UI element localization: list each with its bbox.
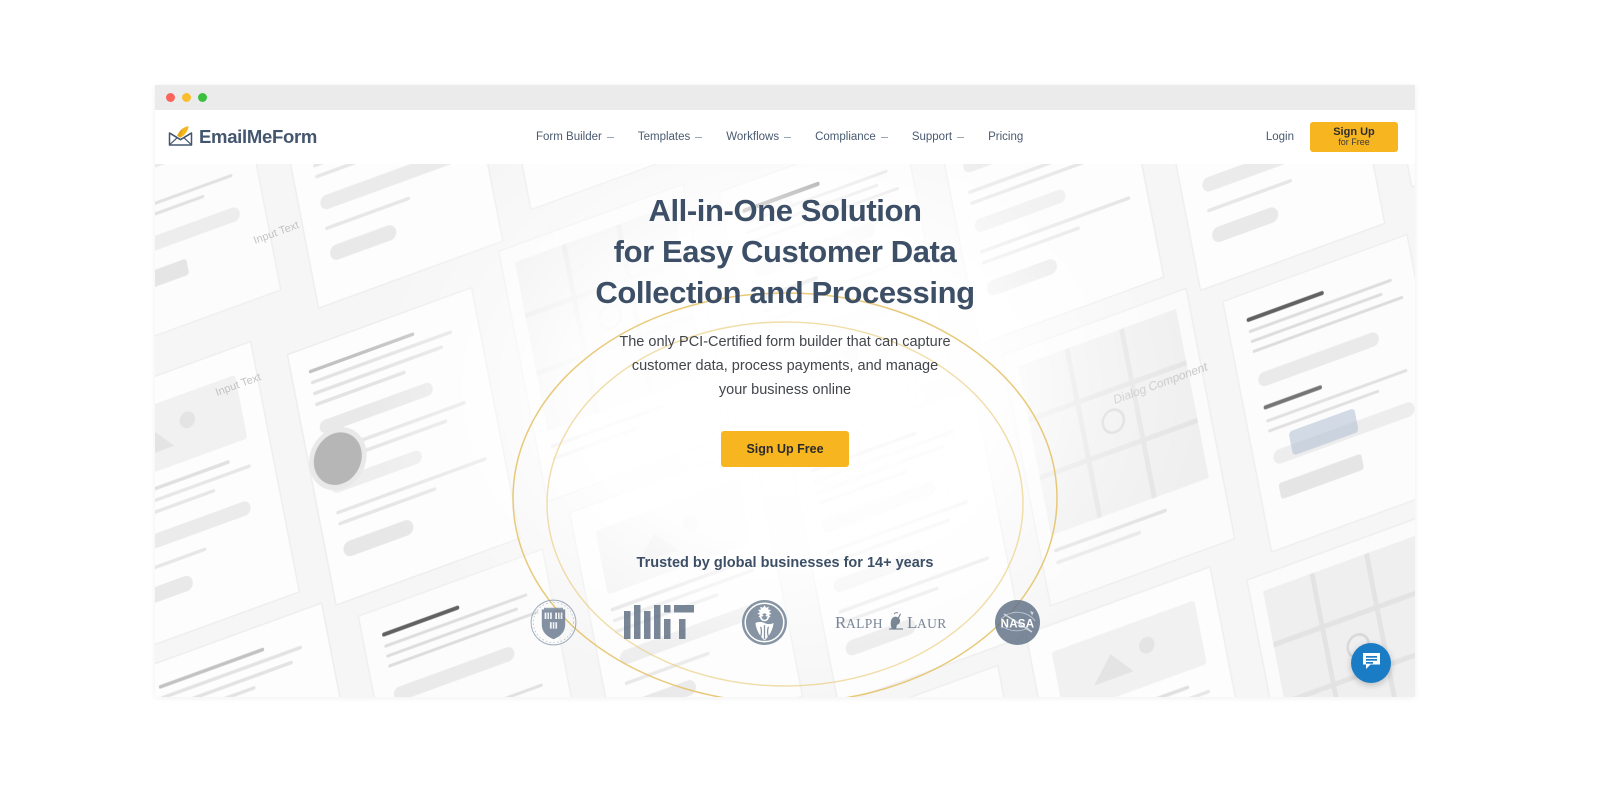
nav-item-templates[interactable]: Templates: [637, 131, 703, 143]
chevron-down-icon: [606, 136, 614, 138]
nasa-logo: NASA: [994, 599, 1041, 646]
chevron-down-icon: [695, 136, 703, 138]
envelope-rocket-icon: [168, 126, 194, 148]
nav-item-label: Templates: [637, 131, 691, 143]
chat-widget-button[interactable]: [1351, 643, 1391, 683]
hero-subtitle-line-3: your business online: [718, 382, 852, 399]
page-title: All-in-One Solution for Easy Customer Da…: [155, 191, 1415, 314]
mit-logo: [623, 605, 694, 640]
site-logo[interactable]: EmailMeForm: [168, 126, 317, 148]
hero-title-line-2: for Easy Customer Data: [613, 233, 957, 269]
brand-logo-strip: R ALPH L AUREN: [155, 599, 1415, 646]
ralph-lauren-logo: R ALPH L AUREN: [835, 607, 947, 637]
svg-text:NASA: NASA: [1000, 618, 1034, 630]
browser-titlebar: [155, 85, 1415, 110]
hero-subtitle-line-2: customer data, process payments, and man…: [631, 358, 939, 375]
chevron-down-icon: [784, 136, 792, 138]
hero-section: Input Text Input Text Payment Form Dialo…: [155, 164, 1415, 697]
trusted-by-heading: Trusted by global businesses for 14+ yea…: [636, 554, 934, 571]
harvard-logo: [530, 599, 577, 646]
hero-signup-free-button[interactable]: Sign Up Free: [721, 430, 849, 467]
window-close-button[interactable]: [166, 93, 175, 102]
site-logo-text: EmailMeForm: [199, 126, 318, 147]
signup-button-line2: for Free: [1338, 137, 1370, 148]
chat-bubble-icon: [1361, 650, 1382, 676]
hero-title-line-3: Collection and Processing: [595, 274, 975, 310]
hero-content: All-in-One Solution for Easy Customer Da…: [155, 164, 1415, 646]
login-link[interactable]: Login: [1266, 131, 1294, 143]
svg-text:AUREN: AUREN: [917, 616, 947, 631]
main-navigation: Form Builder Templates Workflows Complia…: [536, 131, 1023, 143]
nav-item-label: Form Builder: [536, 131, 602, 143]
starbucks-logo: [741, 599, 788, 646]
header-actions: Login Sign Up for Free: [1266, 122, 1398, 152]
nav-item-label: Compliance: [815, 131, 876, 143]
svg-text:ALPH: ALPH: [846, 616, 883, 631]
hero-subtitle-line-1: The only PCI-Certified form builder that…: [619, 333, 951, 350]
hero-title-line-1: All-in-One Solution: [648, 193, 922, 228]
hero-subtitle: The only PCI-Certified form builder that…: [155, 330, 1415, 403]
nav-item-compliance[interactable]: Compliance: [815, 131, 888, 143]
nav-item-label: Workflows: [726, 131, 780, 143]
nav-item-workflows[interactable]: Workflows: [726, 131, 792, 143]
browser-window: EmailMeForm Form Builder Templates Workf…: [155, 85, 1415, 697]
window-minimize-button[interactable]: [182, 93, 191, 102]
nav-item-support[interactable]: Support: [911, 131, 965, 143]
window-maximize-button[interactable]: [198, 93, 207, 102]
chevron-down-icon: [880, 136, 888, 138]
signup-free-button[interactable]: Sign Up for Free: [1310, 122, 1398, 152]
nav-item-label: Pricing: [988, 131, 1024, 143]
chevron-down-icon: [957, 136, 965, 138]
site-header: EmailMeForm Form Builder Templates Workf…: [155, 110, 1415, 164]
nav-item-form-builder[interactable]: Form Builder: [536, 131, 614, 143]
nav-item-label: Support: [911, 131, 953, 143]
nav-item-pricing[interactable]: Pricing: [988, 131, 1023, 143]
